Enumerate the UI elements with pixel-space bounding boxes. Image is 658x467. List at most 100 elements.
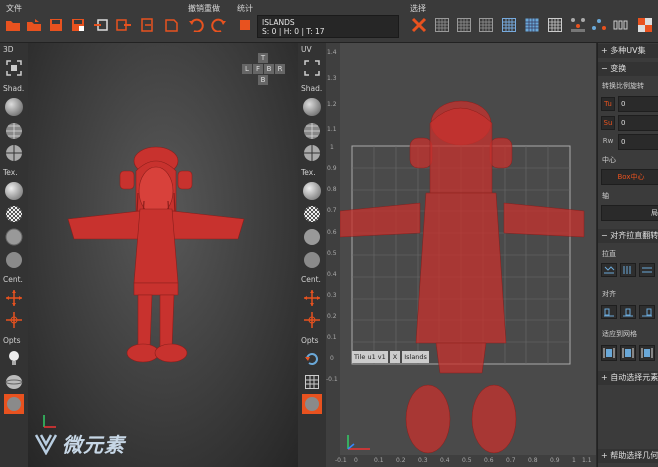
uv-refresh-icon[interactable] <box>301 348 323 370</box>
uv-shading-solid-icon[interactable] <box>301 96 323 118</box>
x-tick: 0.7 <box>506 457 516 464</box>
x-tick: 0.3 <box>418 457 428 464</box>
menu-undo-redo[interactable]: 撤销重做 <box>188 3 220 14</box>
su-button[interactable]: Su <box>601 116 615 130</box>
uv-center-selection-icon[interactable] <box>301 309 323 331</box>
save-as-icon[interactable] <box>69 16 87 34</box>
checker-map-icon[interactable] <box>636 16 654 34</box>
select-islands-icon[interactable] <box>569 16 587 34</box>
select-vertices-icon[interactable] <box>590 16 608 34</box>
x-tick: 1 <box>572 457 576 464</box>
uv-background-color-icon[interactable] <box>301 393 323 415</box>
uv-frame-view-icon[interactable] <box>301 57 323 79</box>
align-center-icon[interactable] <box>620 305 636 319</box>
x-tick: -0.1 <box>335 457 347 464</box>
uv-texture-grid-icon[interactable] <box>301 226 323 248</box>
uv-shading-wire-icon[interactable] <box>301 120 323 142</box>
y-tick: 0.3 <box>327 292 337 299</box>
menu-stats[interactable]: 统计 <box>237 3 253 14</box>
center-selection-icon[interactable] <box>3 309 25 331</box>
options-sphere-icon[interactable] <box>3 371 25 393</box>
deselect-x-icon[interactable] <box>410 16 428 34</box>
stop-icon[interactable] <box>236 16 254 34</box>
menu-file[interactable]: 文件 <box>6 3 22 14</box>
texture-custom-icon[interactable] <box>3 249 25 271</box>
uv-texture-none-icon[interactable] <box>301 180 323 202</box>
uv-texture-custom-icon[interactable] <box>301 249 323 271</box>
straighten-v-icon[interactable] <box>620 263 636 277</box>
redo-icon[interactable] <box>210 16 228 34</box>
texture-none-icon[interactable] <box>3 180 25 202</box>
fit-grid-all-icon[interactable] <box>639 345 655 361</box>
texture-checker-icon[interactable] <box>3 203 25 225</box>
tu-input[interactable]: 0 <box>618 96 658 112</box>
frame-view-icon[interactable] <box>3 57 25 79</box>
select-faces-icon[interactable] <box>523 16 541 34</box>
character-model-3d <box>67 146 245 363</box>
straighten-all-icon[interactable] <box>639 263 655 277</box>
axis-gizmo-3d <box>43 415 56 428</box>
y-tick: 0.4 <box>327 271 337 278</box>
collapse-minus-icon: − <box>601 64 608 73</box>
y-tick: 1.2 <box>327 101 337 108</box>
import-icon[interactable] <box>92 16 110 34</box>
watermark-logo: 微元素 <box>34 429 125 458</box>
rw-label: Rw <box>602 137 614 145</box>
select-grid-2-icon[interactable] <box>455 16 473 34</box>
fit-grid-label: 适应到网格 <box>602 330 637 338</box>
uv-texture-label: Tex. <box>301 168 316 177</box>
background-color-icon[interactable] <box>3 393 25 415</box>
open-folder-icon[interactable] <box>4 16 22 34</box>
menu-select[interactable]: 选择 <box>410 3 426 14</box>
su-input[interactable]: 0 <box>618 115 658 131</box>
y-tick: 0.9 <box>327 165 337 172</box>
viewport-uv[interactable]: 1.4 1.3 1.2 1.1 1 0.9 0.8 0.7 0.6 0.5 0.… <box>326 43 596 467</box>
fit-grid-u-icon[interactable] <box>601 345 617 361</box>
open-file-icon[interactable] <box>25 16 43 34</box>
y-tick: 0.5 <box>327 250 337 257</box>
shading-wire-icon[interactable] <box>3 120 25 142</box>
uv-grid-toggle-icon[interactable] <box>301 371 323 393</box>
settings-icon[interactable] <box>162 16 180 34</box>
islands-info-box: ISLANDS S: 0 | H: 0 | T: 17 <box>257 15 399 38</box>
export-icon[interactable] <box>115 16 133 34</box>
uv-texture-checker-icon[interactable] <box>301 203 323 225</box>
box-center-select[interactable]: Box中心 <box>601 169 658 185</box>
multi-uv-section[interactable]: + 多种UV集 <box>598 44 658 58</box>
properties-panel: + 多种UV集 − 变换 转换比例旋转 Tu 0 Su 0 Rw 0 中心 Bo… <box>597 43 658 467</box>
select-grid-1-icon[interactable] <box>433 16 451 34</box>
select-grid-active-icon[interactable] <box>500 16 518 34</box>
select-all-icon[interactable] <box>546 16 564 34</box>
undo-icon[interactable] <box>187 16 205 34</box>
uv-shading-wire-solid-icon[interactable] <box>301 142 323 164</box>
x-tick: 1.1 <box>582 457 592 464</box>
uv-center-pivot-icon[interactable] <box>301 287 323 309</box>
uv-y-ruler: 1.4 1.3 1.2 1.1 1 0.9 0.8 0.7 0.6 0.5 0.… <box>326 43 340 455</box>
tile-close-button[interactable]: X <box>389 351 401 363</box>
auto-select-section[interactable]: + 自动选择元素 <box>598 371 658 385</box>
align-section[interactable]: − 对齐拉直翻转 <box>598 229 658 243</box>
rw-input[interactable]: 0 <box>618 134 658 150</box>
axis-gizmo-uv <box>347 435 370 450</box>
help-select-section[interactable]: + 帮助选择几何 <box>598 449 658 463</box>
axis-select[interactable]: 局 <box>601 205 658 221</box>
straighten-u-icon[interactable] <box>601 263 617 277</box>
texture-grid-icon[interactable] <box>3 226 25 248</box>
fit-grid-v-icon[interactable] <box>620 345 636 361</box>
save-icon[interactable] <box>47 16 65 34</box>
top-toolbar: 文件 撤销重做 统计 选择 ISLANDS S: 0 | H: 0 | T: 1… <box>0 0 658 43</box>
transform-section[interactable]: − 变换 <box>598 62 658 76</box>
shading-wire-solid-icon[interactable] <box>3 142 25 164</box>
center-pivot-icon[interactable] <box>3 287 25 309</box>
viewport-3d[interactable]: T L F B R B 微元素 <box>28 43 298 467</box>
shading-solid-icon[interactable] <box>3 96 25 118</box>
select-rings-icon[interactable] <box>613 16 631 34</box>
align-left-icon[interactable] <box>601 305 617 319</box>
expand-plus-icon: + <box>601 373 608 382</box>
help-select-label: 帮助选择几何 <box>610 451 658 460</box>
tu-button[interactable]: Tu <box>601 97 615 111</box>
align-right-icon[interactable] <box>639 305 655 319</box>
export-uv-icon[interactable] <box>138 16 156 34</box>
select-grid-3-icon[interactable] <box>477 16 495 34</box>
light-bulb-icon[interactable] <box>3 348 25 370</box>
